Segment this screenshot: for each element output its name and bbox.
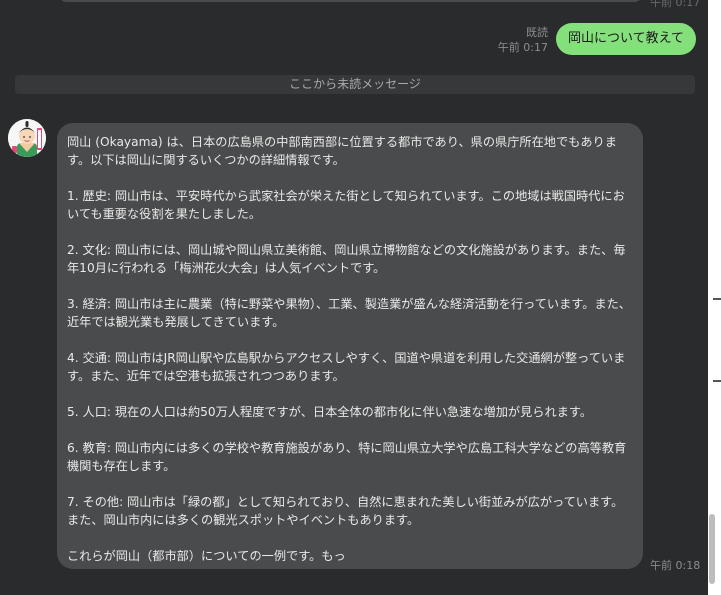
previous-message-time: 午前 0:17	[650, 0, 701, 9]
message-paragraph: これらが岡山（都市部）についての一例です。もっ	[67, 549, 346, 563]
scrollbar-thumb[interactable]	[709, 514, 715, 584]
edge-marker	[713, 380, 721, 382]
message-paragraph: 4. 交通: 岡山市はJR岡山駅や広島駅からアクセスしやすく、国道や県道を利用し…	[67, 351, 626, 383]
sent-message-bubble[interactable]: 岡山について教えて	[556, 23, 696, 55]
sent-message-meta: 既読 午前 0:17	[498, 25, 548, 55]
received-message-bubble[interactable]: 岡山 (Okayama) は、日本の広島県の中部南西部に位置する都市であり、県の…	[57, 123, 643, 569]
message-paragraph: 5. 人口: 現在の人口は約50万人程度ですが、日本全体の都市化に伴い急速な増加…	[67, 405, 593, 419]
received-message-time: 午前 0:18	[650, 559, 701, 572]
read-receipt: 既読	[526, 26, 548, 39]
message-paragraph: 岡山 (Okayama) は、日本の広島県の中部南西部に位置する都市であり、県の…	[67, 135, 617, 167]
previous-message-bubble	[58, 0, 643, 2]
message-paragraph: 1. 歴史: 岡山市は、平安時代から武家社会が栄えた街として知られています。この…	[67, 189, 625, 221]
message-paragraph: 3. 経済: 岡山市は主に農業（特に野菜や果物）、工業、製造業が盛んな経済活動を…	[67, 297, 631, 329]
message-paragraph: 7. その他: 岡山市は「緑の都」として知られており、自然に恵まれた美しい街並み…	[67, 495, 624, 527]
message-paragraph: 2. 文化: 岡山市には、岡山城や岡山県立美術館、岡山県立博物館などの文化施設が…	[67, 243, 626, 275]
bot-avatar[interactable]	[8, 119, 46, 157]
sent-message-time: 午前 0:17	[497, 41, 548, 54]
unread-divider: ここから未読メッセージ	[15, 75, 695, 94]
message-paragraph: 6. 教育: 岡山市内には多くの学校や教育施設があり、特に岡山県立大学や広島工科…	[67, 441, 627, 473]
avatar-character-icon	[8, 119, 46, 157]
right-edge-panel	[708, 0, 721, 595]
edge-marker	[713, 298, 721, 300]
chat-window: 午前 0:17 既読 午前 0:17 岡山について教えて ここから未読メッセージ…	[0, 0, 708, 595]
